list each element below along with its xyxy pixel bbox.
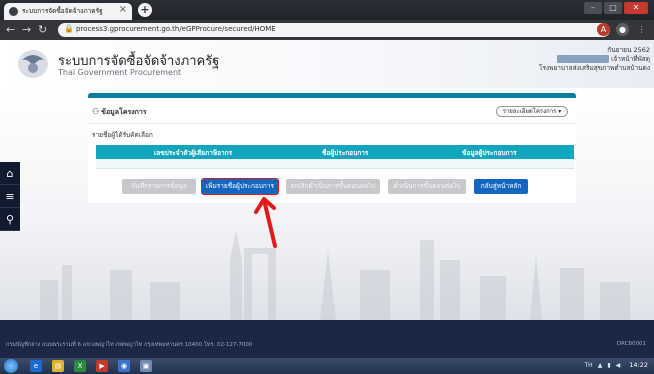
vendor-table-empty-row [96, 159, 574, 169]
column-header-vendor-name: ชื่อผู้ประกอบการ [322, 149, 369, 157]
url-field[interactable]: 🔒 process3.gprocurement.go.th/eGPProcure… [58, 23, 610, 37]
tab-title: ระบบการจัดซื้อจัดจ้างภาครัฐ [22, 7, 103, 15]
maximize-icon[interactable]: □ [604, 2, 622, 14]
selected-vendors-label: รายชื่อผู้ได้รับคัดเลือก [92, 131, 153, 139]
panel-title: ⚇ ข้อมูลโครงการ [92, 107, 147, 118]
menu-kebab-icon[interactable]: ⋮ [635, 23, 648, 36]
back-to-home-button[interactable]: กลับสู่หน้าหลัก [474, 179, 528, 194]
browser-tab[interactable]: ระบบการจัดซื้อจัดจ้างภาครัฐ × [4, 3, 132, 20]
address-bar: ← → ↻ 🔒 process3.gprocurement.go.th/eGPP… [0, 20, 654, 40]
window-thumbnail-icon[interactable]: ▣ [140, 360, 152, 372]
back-icon[interactable]: ← [6, 23, 15, 37]
menu-icon[interactable]: ≡ [0, 185, 20, 208]
new-tab-button[interactable]: + [138, 3, 152, 17]
reload-icon[interactable]: ↻ [38, 23, 47, 37]
window-controls: – □ ✕ [584, 2, 648, 14]
network-icon[interactable]: ▮ [607, 362, 610, 369]
vendor-table-header: เลขประจำตัวผู้เสียภาษีอากร ชื่อผู้ประกอบ… [96, 145, 574, 159]
home-icon[interactable]: ⌂ [0, 162, 20, 185]
site-header: ระบบการจัดซื้อจัดจ้างภาครัฐ Thai Governm… [0, 40, 654, 88]
side-toolbar: ⌂ ≡ ⚲ [0, 162, 20, 231]
media-player-icon[interactable]: ▶ [96, 360, 108, 372]
tray-arrow-icon[interactable]: ▲ [598, 362, 603, 369]
column-header-vendor-info: ข้อมูลผู้ประกอบการ [462, 149, 517, 157]
panel-header: ⚇ ข้อมูลโครงการ รายละเอียดโครงการ ▾ [88, 98, 576, 124]
footer-address: กรมบัญชีกลาง ถนนพระรามที่ 6 แขวงพญาไท เข… [6, 342, 253, 348]
main-content: ⌂ ≡ ⚲ ⚇ ข้อมูลโครงการ รายละเอียดโครงการ ▾… [0, 88, 654, 320]
internet-explorer-icon[interactable]: e [30, 360, 42, 372]
header-department: โรงพยาบาลส่งเสริมสุขภาพตำบลบ้านดง [539, 64, 650, 72]
chrome-app-icon[interactable]: ◉ [118, 360, 130, 372]
cancel-next-step-button[interactable]: ยกเลิกดำเนินการขั้นตอนต่อไป [286, 179, 380, 194]
annotation-arrow-icon [254, 197, 277, 248]
site-footer: กรมบัญชีกลาง ถนนพระรามที่ 6 แขวงพญาไท เข… [0, 320, 654, 362]
taskbar-apps: e ▤ X ▶ ◉ ▣ [30, 360, 152, 372]
column-header-tax-id: เลขประจำตัวผู้เสียภาษีอากร [154, 149, 233, 157]
action-button-row: บันทึกรายการข้อมูล เพิ่มรายชื่อผู้ประกอบ… [88, 178, 576, 199]
search-icon[interactable]: ⚲ [0, 208, 20, 231]
os-taskbar: e ▤ X ▶ ◉ ▣ TH ▲ ▮ ◀ 14:22 [0, 358, 654, 374]
lock-icon: 🔒 [64, 24, 74, 33]
minimize-icon[interactable]: – [584, 2, 602, 14]
file-explorer-icon[interactable]: ▤ [52, 360, 64, 372]
forward-icon[interactable]: → [22, 23, 31, 37]
add-vendor-button[interactable]: เพิ่มรายชื่อผู้ประกอบการ [201, 178, 279, 195]
language-indicator[interactable]: TH [585, 362, 593, 369]
sitemap-icon: ⚇ [92, 107, 100, 116]
header-date: กันยายน 2562 [607, 46, 650, 54]
close-tab-icon[interactable]: × [119, 4, 127, 15]
system-tray: TH ▲ ▮ ◀ 14:22 [585, 361, 648, 369]
user-name-redacted [557, 55, 610, 63]
panel-title-text: ข้อมูลโครงการ [101, 108, 147, 116]
url-text: process3.gprocurement.go.th/eGPProcure/s… [76, 25, 276, 33]
extension-icons: A ● ⋮ [597, 23, 648, 36]
volume-icon[interactable]: ◀ [616, 362, 621, 369]
city-skyline-illustration [40, 230, 630, 320]
start-button[interactable] [4, 359, 18, 373]
garuda-logo [18, 50, 48, 78]
header-role: เจ้าหน้าที่พัสดุ [611, 55, 650, 63]
save-record-button[interactable]: บันทึกรายการข้อมูล [122, 179, 196, 194]
project-detail-dropdown[interactable]: รายละเอียดโครงการ ▾ [496, 106, 568, 117]
profile-icon[interactable]: ● [616, 23, 629, 36]
project-panel: ⚇ ข้อมูลโครงการ รายละเอียดโครงการ ▾ รายชื… [88, 93, 576, 203]
extension-icon[interactable]: A [597, 23, 610, 36]
window-close-icon[interactable]: ✕ [624, 2, 648, 14]
browser-tab-bar: ระบบการจัดซื้อจัดจ้างภาครัฐ × + – □ ✕ [0, 0, 654, 20]
favicon-icon [9, 7, 18, 16]
taskbar-clock[interactable]: 14:22 [629, 361, 648, 369]
next-step-button[interactable]: ดำเนินการขั้นตอนต่อไป [388, 179, 466, 194]
site-subtitle: Thai Government Procurement [58, 68, 182, 77]
footer-code: DRC80001 [616, 341, 646, 347]
user-info: กันยายน 2562 เจ้าหน้าที่พัสดุ โรงพยาบาลส… [539, 46, 650, 73]
excel-icon[interactable]: X [74, 360, 86, 372]
